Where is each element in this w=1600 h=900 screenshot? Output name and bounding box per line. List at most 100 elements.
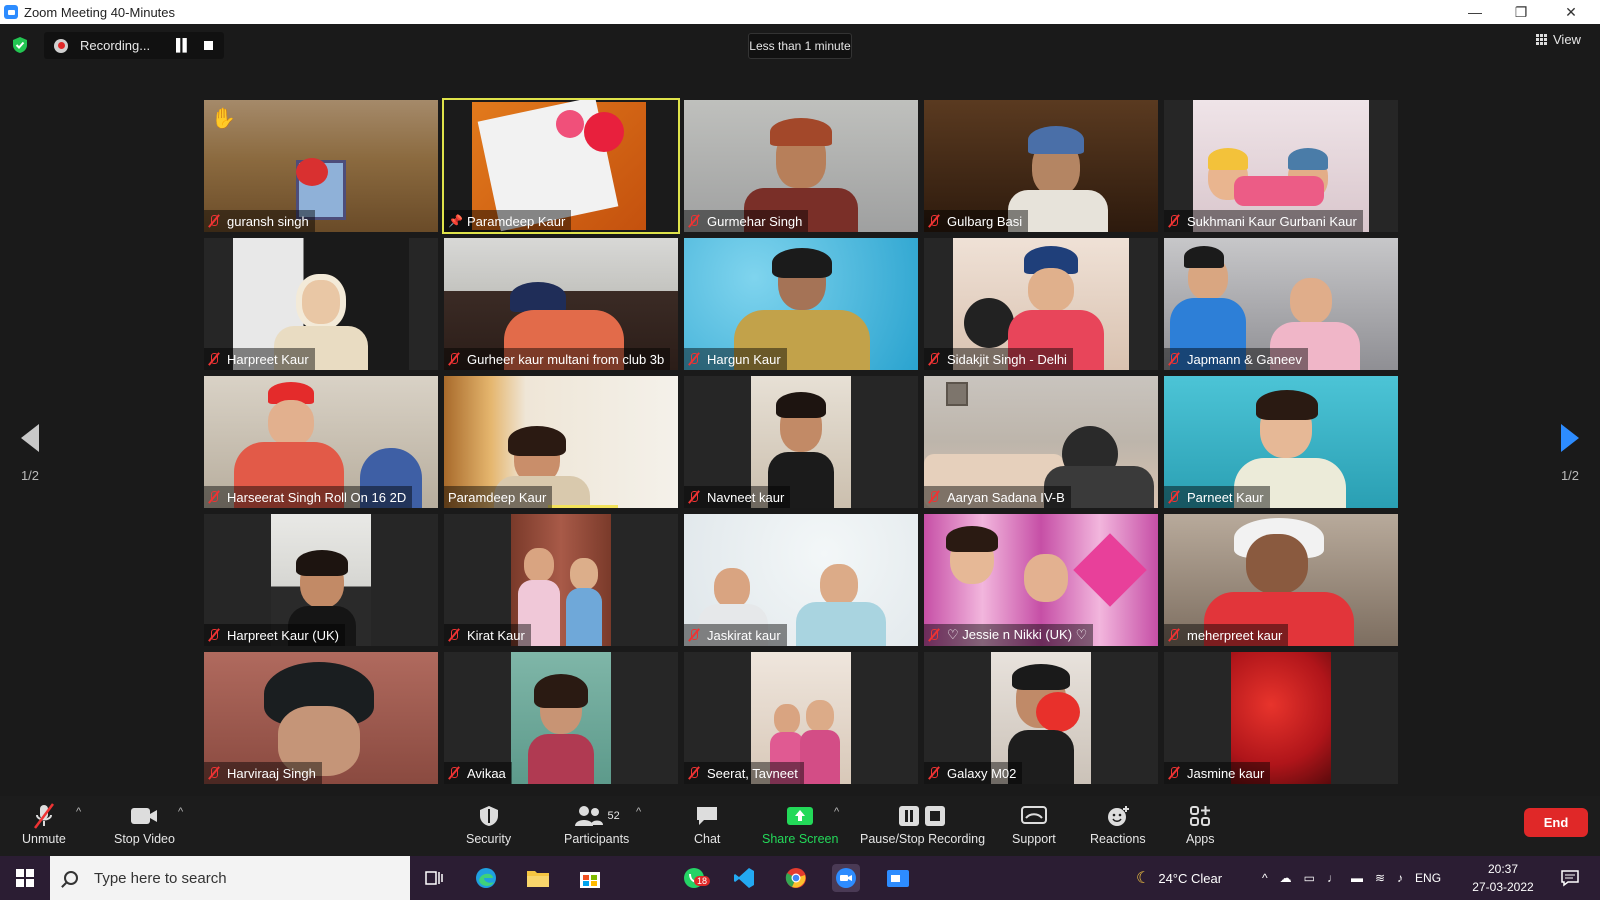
video-tile[interactable]: Harpreet Kaur (UK): [204, 514, 438, 646]
share-screen-icon: [786, 802, 814, 830]
system-tray: ^ ☁ ▭ ♩ ▬ ≋ ♪ ENG: [1262, 856, 1441, 900]
security-label: Security: [466, 832, 512, 846]
video-tile[interactable]: Aaryan Sadana IV-B: [924, 376, 1158, 508]
tray-expand-icon[interactable]: ^: [1262, 871, 1268, 885]
gallery-grid-icon: [1536, 33, 1548, 46]
video-tile[interactable]: ✋ guransh singh: [204, 100, 438, 232]
video-tile[interactable]: Paramdeep Kaur: [444, 376, 678, 508]
minimize-button[interactable]: —: [1452, 0, 1498, 24]
video-tile[interactable]: meherpreet kaur: [1164, 514, 1398, 646]
video-tile[interactable]: Jasmine kaur: [1164, 652, 1398, 784]
volume-icon[interactable]: ♪: [1397, 871, 1403, 885]
participant-name-tag: Avikaa: [444, 762, 512, 784]
participant-name-tag: Seerat, Tavneet: [684, 762, 804, 784]
windows-taskbar: Type here to search 18 ☾ 24°C Clear ^ ☁ …: [0, 856, 1600, 900]
video-tile[interactable]: Seerat, Tavneet: [684, 652, 918, 784]
unmute-button[interactable]: Unmute: [22, 802, 66, 846]
video-tile[interactable]: Sukhmani Kaur Gurbani Kaur: [1164, 100, 1398, 232]
video-tile[interactable]: Harseerat Singh Roll On 16 2D: [204, 376, 438, 508]
restore-button[interactable]: ❐: [1498, 0, 1544, 24]
page-indicator-left: 1/2: [20, 468, 40, 483]
support-button[interactable]: Support: [1012, 802, 1056, 846]
shield-icon[interactable]: [12, 36, 28, 54]
view-button[interactable]: View: [1536, 32, 1581, 47]
notifications-icon[interactable]: [1556, 864, 1584, 892]
zoom-taskbar-icon[interactable]: [832, 864, 860, 892]
video-tile[interactable]: Hargun Kaur: [684, 238, 918, 370]
audio-options-caret-icon[interactable]: ^: [76, 806, 81, 818]
whatsapp-icon[interactable]: 18: [680, 864, 711, 892]
share-options-caret-icon[interactable]: ^: [834, 806, 839, 818]
participant-name: Hargun Kaur: [707, 351, 781, 367]
raised-hand-icon: ✋: [211, 108, 236, 130]
mic-muted-icon: [1168, 766, 1180, 780]
stop-video-button[interactable]: Stop Video: [114, 802, 175, 846]
video-tile[interactable]: Parneet Kaur: [1164, 376, 1398, 508]
participant-name: ♡ Jessie n Nikki (UK) ♡: [947, 627, 1088, 642]
edge-browser-icon[interactable]: [472, 864, 500, 892]
share-screen-button[interactable]: Share Screen: [762, 802, 838, 846]
participant-name: Sukhmani Kaur Gurbani Kaur: [1187, 213, 1357, 229]
video-tile[interactable]: Gurmehar Singh: [684, 100, 918, 232]
mic-muted-icon: [208, 490, 220, 504]
mic-muted-icon: [928, 766, 940, 780]
chat-label: Chat: [694, 832, 721, 846]
security-button[interactable]: Security: [466, 802, 511, 846]
clock-time: 20:37: [1487, 862, 1519, 876]
video-tile[interactable]: Jaskirat kaur: [684, 514, 918, 646]
close-button[interactable]: ✕: [1548, 0, 1594, 24]
mic-muted-icon: [688, 766, 700, 780]
taskbar-search-box[interactable]: Type here to search: [50, 856, 410, 900]
display-icon[interactable]: ▭: [1304, 871, 1315, 885]
video-tile[interactable]: Japmann & Ganeev: [1164, 238, 1398, 370]
video-tile[interactable]: Avikaa: [444, 652, 678, 784]
apps-button[interactable]: Apps: [1186, 802, 1215, 846]
video-tile[interactable]: Navneet kaur: [684, 376, 918, 508]
reactions-label: Reactions: [1090, 832, 1146, 846]
chrome-icon[interactable]: [782, 864, 810, 892]
video-tile[interactable]: Harviraaj Singh: [204, 652, 438, 784]
participants-options-caret-icon[interactable]: ^: [636, 806, 641, 818]
zoom-meeting-window-icon[interactable]: [884, 864, 912, 892]
battery-icon[interactable]: ▬: [1351, 871, 1363, 885]
video-tile[interactable]: Gurheer kaur multani from club 3b: [444, 238, 678, 370]
vscode-icon[interactable]: [730, 864, 758, 892]
next-page-button[interactable]: 1/2: [1550, 424, 1590, 484]
video-tile[interactable]: Kirat Kaur: [444, 514, 678, 646]
search-placeholder: Type here to search: [94, 869, 227, 887]
participant-name-tag: Harviraaj Singh: [204, 762, 322, 784]
end-meeting-button[interactable]: End: [1524, 808, 1588, 837]
recording-indicator: Recording... ▌▌: [44, 32, 224, 59]
video-tile[interactable]: Galaxy M02: [924, 652, 1158, 784]
cloud-icon[interactable]: ☁: [1280, 871, 1292, 885]
file-explorer-icon[interactable]: [524, 864, 552, 892]
reactions-button[interactable]: Reactions: [1090, 802, 1146, 846]
previous-page-button[interactable]: 1/2: [10, 424, 50, 484]
participant-name: Galaxy M02: [947, 765, 1017, 781]
microsoft-store-icon[interactable]: [576, 864, 604, 892]
language-indicator[interactable]: ENG: [1415, 871, 1441, 885]
participant-name-tag: Hargun Kaur: [684, 348, 787, 370]
video-tile[interactable]: Sidakjit Singh - Delhi: [924, 238, 1158, 370]
participant-name: Sidakjit Singh - Delhi: [947, 351, 1067, 367]
task-view-icon[interactable]: [420, 864, 448, 892]
pause-stop-recording-button[interactable]: Pause/Stop Recording: [860, 802, 985, 846]
video-tile-active-speaker[interactable]: 📌 Paramdeep Kaur: [442, 98, 680, 234]
video-options-caret-icon[interactable]: ^: [178, 806, 183, 818]
video-tile[interactable]: Harpreet Kaur: [204, 238, 438, 370]
participants-button[interactable]: 52 Participants: [564, 802, 629, 846]
microphone-icon[interactable]: ♩: [1327, 871, 1339, 885]
participant-name-tag: Galaxy M02: [924, 762, 1023, 784]
stop-recording-icon[interactable]: [204, 41, 213, 50]
windows-start-icon[interactable]: [16, 869, 34, 887]
pin-icon: 📌: [448, 214, 463, 228]
chat-button[interactable]: Chat: [694, 802, 720, 846]
weather-widget[interactable]: ☾ 24°C Clear: [1136, 856, 1222, 900]
recording-dot-icon: [54, 38, 68, 53]
video-tile[interactable]: Gulbarg Basi: [924, 100, 1158, 232]
wifi-icon[interactable]: ≋: [1375, 871, 1385, 885]
participant-name-tag: guransh singh: [204, 210, 315, 232]
pause-recording-icon[interactable]: ▌▌: [176, 38, 191, 52]
taskbar-clock[interactable]: 20:37 27-03-2022: [1468, 860, 1538, 896]
video-tile[interactable]: ♡ Jessie n Nikki (UK) ♡: [924, 514, 1158, 646]
